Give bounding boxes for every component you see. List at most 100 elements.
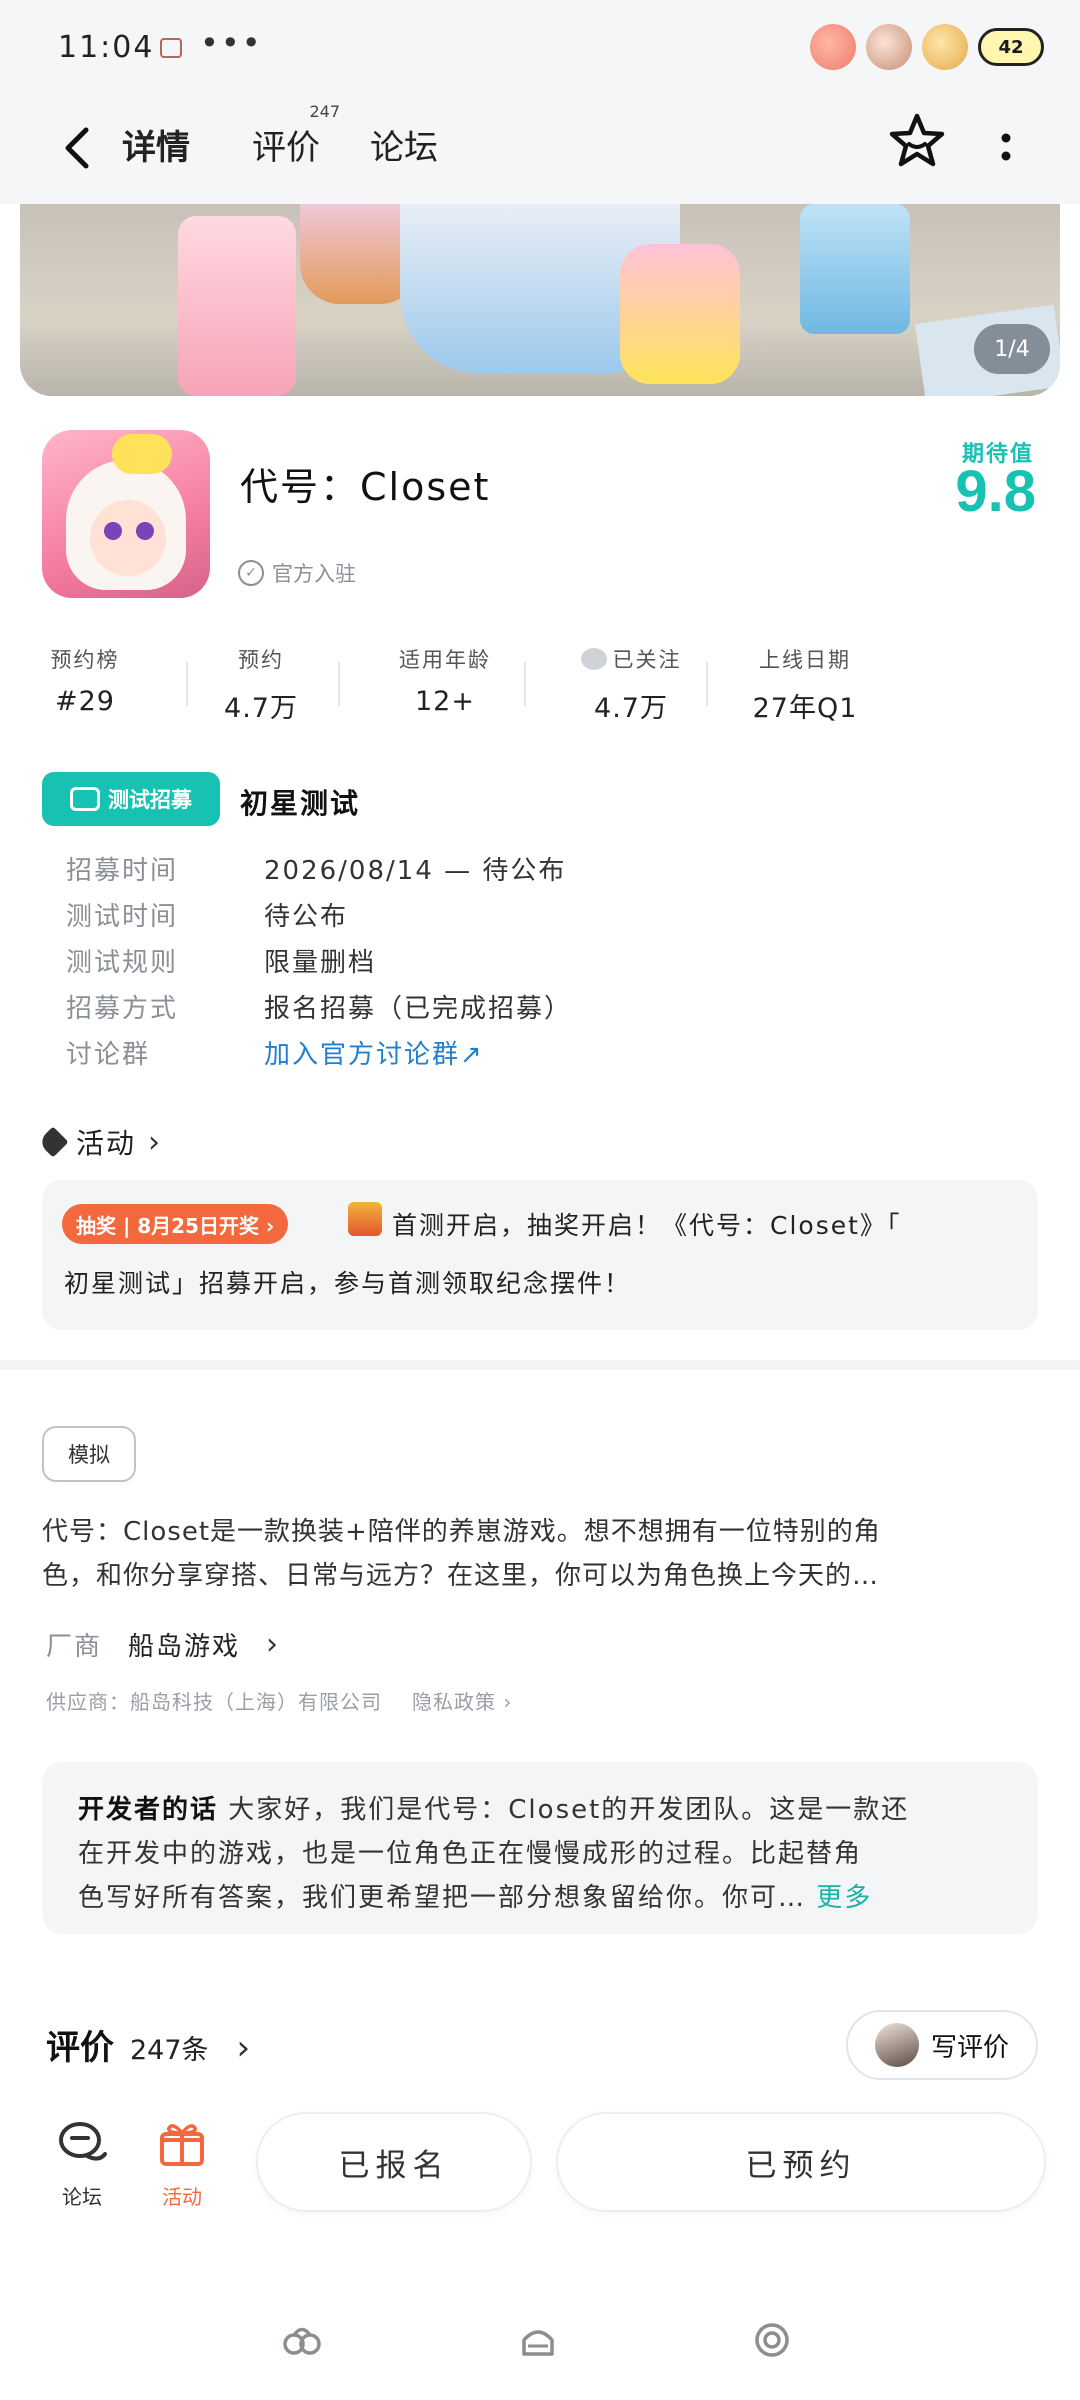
heart-check-icon [580,648,607,670]
peach-sticker-icon [810,24,856,70]
activity-text: 初星测试」招募开启，参与首测领取纪念摆件！ [64,1269,632,1298]
banner-suitcase-blue [800,204,910,334]
chevron-right-icon: › [236,2028,251,2068]
stat-age: 适用年龄 12+ [370,644,520,717]
signed-up-button[interactable]: 已报名 [256,2112,532,2212]
info-value: 限量删档 [264,948,377,978]
stat-divider [524,662,526,706]
dev-note-lead: 开发者的话 [78,1795,219,1825]
stat-value: 4.7万 [224,693,298,724]
chevron-right-icon: › [266,1627,281,1662]
info-value: 2026/08/14 — 待公布 [264,856,567,886]
activity-button[interactable]: 活动 [142,2118,222,2210]
info-value: 待公布 [264,902,349,932]
test-title: 初星测试 [240,787,361,820]
banner-suitcase-pink [178,216,296,396]
back-arrow-icon[interactable] [48,118,108,178]
forum-button[interactable]: 论坛 [42,2118,122,2210]
tab-review-label: 评价 [252,128,320,168]
tab-detail-label: 详情 [122,128,190,168]
tab-forum-label: 论坛 [370,128,438,168]
gift-icon [160,2124,204,2166]
back-gesture-icon[interactable] [280,2318,324,2362]
privacy-policy-link[interactable]: 隐私政策 › [412,1686,512,1715]
top-nav-bar: 详情 评价 247 论坛 [0,96,1080,204]
activity-text: 首测开启，抽奖开启！《代号：Closet》「 [392,1211,902,1240]
info-key: 招募时间 [66,856,179,886]
info-value: 报名招募（已完成招募） [264,994,573,1024]
more-notifications-icon: ••• [200,24,263,62]
stat-value: #29 [55,686,115,717]
stat-divider [706,662,708,706]
game-icon[interactable] [42,430,210,598]
test-badge-label: 测试招募 [108,788,192,812]
activity-header[interactable]: 活动 › [37,1122,163,1162]
more-link[interactable]: 更多 [816,1883,872,1913]
signal-sticker-icon [866,24,912,70]
description-line: 色，和你分享穿搭、日常与远方？在这里，你可以为角色换上今天的… [42,1561,880,1591]
home-icon[interactable] [516,2318,560,2362]
tab-forum[interactable]: 论坛 [370,120,438,169]
activity-card[interactable]: 抽奖 | 8月25日开奖 › 首测开启，抽奖开启！《代号：Closet》「 初星… [42,1180,1038,1330]
stat-divider [338,662,340,706]
stat-release-date: 上线日期 27年Q1 [730,644,880,725]
stat-label: 适用年龄 [399,648,491,672]
system-nav-bar [0,2280,1080,2400]
battery-level: 42 [998,36,1024,58]
status-bar: 11:04 ••• 42 [0,0,1080,96]
game-icon-face [90,500,166,576]
section-divider [0,1360,1080,1370]
reviews-count: 247条 [130,2035,209,2066]
chevron-right-icon: › [148,1124,163,1160]
banner-page-indicator: 1/4 [974,324,1050,374]
join-group-link[interactable]: 加入官方讨论群↗ [264,1034,484,1071]
test-recruit-badge: 测试招募 [42,772,220,826]
stat-rank[interactable]: 预约榜 #29 [30,644,140,717]
developer-note-card[interactable]: 开发者的话 大家好，我们是代号：Closet的开发团队。这是一款还 在开发中的游… [42,1762,1038,1934]
more-options-icon[interactable] [986,120,1026,180]
dev-note-line: 色写好所有答案，我们更希望把一部分想象留给你。你可… 更多 [78,1876,1002,1920]
game-title: 代号：Closet [240,465,491,509]
forum-chat-icon [59,2122,107,2161]
expect-score: 9.8 [955,459,1036,524]
stat-label: 预约榜 [50,648,120,672]
supplier-row: 供应商：船岛科技（上海）有限公司 隐私政策 › [46,1686,512,1715]
banner-character-boots [620,244,740,384]
stat-followers[interactable]: 已关注 4.7万 [556,644,706,725]
gift-icon [348,1202,382,1236]
description-line: 代号：Closet是一款换装+陪伴的养崽游戏。想不想拥有一位特别的角 [42,1517,881,1547]
stat-value: 27年Q1 [752,693,858,724]
reviews-header[interactable]: 评价 247条 › [46,2020,250,2069]
game-icon-eye [104,522,122,540]
stat-label: 预约 [238,648,284,672]
dev-note-line: 开发者的话 大家好，我们是代号：Closet的开发团队。这是一款还 [78,1788,1002,1832]
reviews-title: 评价 [46,2028,114,2068]
dev-note-line: 在开发中的游戏，也是一位角色正在慢慢成形的过程。比起替角 [78,1839,863,1869]
official-label: 官方入驻 [272,562,356,586]
status-time: 11:04 [58,30,155,65]
game-description[interactable]: 代号：Closet是一款换装+陪伴的养崽游戏。想不想拥有一位特别的角 色，和你分… [42,1510,1038,1598]
vendor-row[interactable]: 厂商 船岛游戏 › [46,1626,280,1663]
reserved-button[interactable]: 已预约 [556,2112,1046,2212]
tab-review[interactable]: 评价 247 [252,102,340,169]
info-key: 讨论群 [66,1040,151,1070]
lottery-tag[interactable]: 抽奖 | 8月25日开奖 › [62,1204,289,1244]
recents-icon[interactable] [750,2318,794,2362]
dev-note-text: 色写好所有答案，我们更希望把一部分想象留给你。你可… [78,1883,807,1913]
game-icon-bow [112,434,172,474]
genre-tag[interactable]: 模拟 [42,1426,136,1482]
supplier-name: 供应商：船岛科技（上海）有限公司 [46,1690,382,1714]
write-review-button[interactable]: 写评价 [846,2010,1038,2080]
stat-value: 12+ [415,686,475,717]
media-banner[interactable]: 1/4 [20,204,1060,396]
avatar [874,2023,919,2067]
activity-heading: 活动 [76,1127,137,1160]
game-icon-eye [136,522,154,540]
favorite-star-icon[interactable] [886,110,948,172]
battery-icon: 42 [978,28,1044,66]
stat-label: 上线日期 [759,648,851,672]
stats-row: 预约榜 #29 预约 4.7万 适用年龄 12+ 已关注 4.7万 上线日期 2… [30,644,1030,724]
write-review-label: 写评价 [930,2032,1009,2063]
stat-label: 已关注 [612,648,682,672]
tab-detail[interactable]: 详情 [116,120,196,169]
